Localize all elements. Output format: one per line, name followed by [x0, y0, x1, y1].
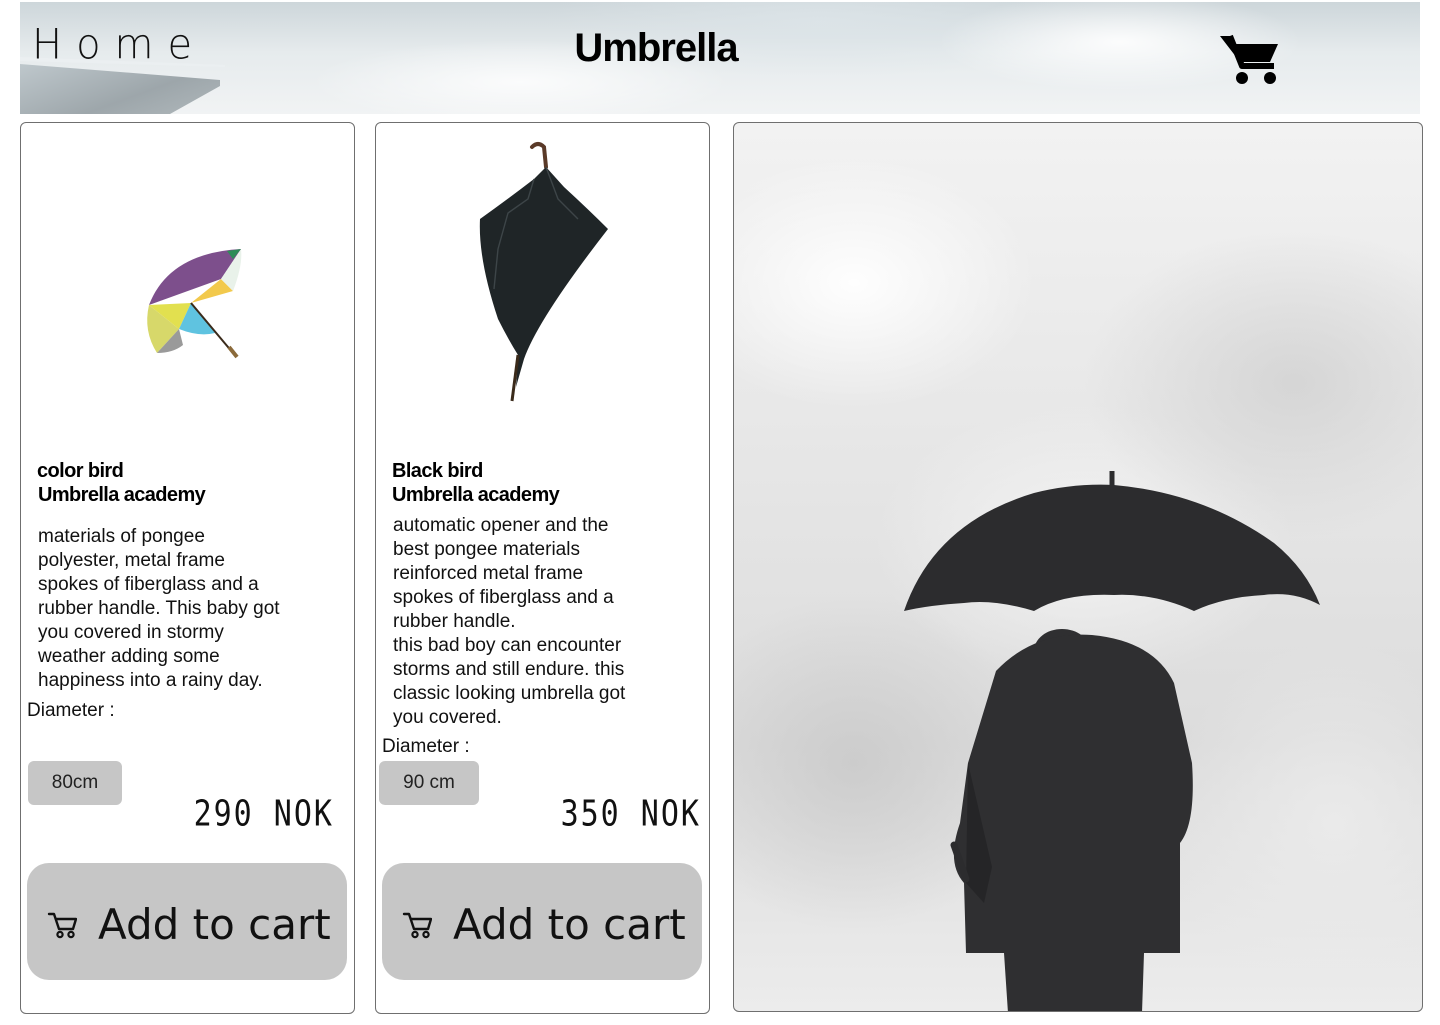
product-brand: Umbrella academy	[392, 484, 560, 506]
page-title: Umbrella	[574, 26, 738, 70]
person-umbrella-silhouette	[904, 471, 1320, 1011]
header-banner: Home Umbrella	[20, 2, 1420, 114]
product-card-black-bird: Black bird Umbrella academy automatic op…	[375, 122, 710, 1014]
product-price: 290 NOK	[193, 793, 334, 835]
cart-icon	[47, 912, 77, 939]
header-background-ledge	[20, 64, 220, 114]
product-price: 350 NOK	[560, 793, 701, 835]
add-to-cart-label: Add to cart	[453, 900, 686, 949]
product-card-color-bird: color bird Umbrella academy materials of…	[20, 122, 355, 1014]
diameter-label: Diameter :	[27, 700, 115, 721]
product-description: automatic opener and the best pongee mat…	[393, 515, 626, 728]
add-to-cart-button[interactable]: Add to cart	[382, 863, 702, 980]
product-brand: Umbrella academy	[38, 484, 206, 506]
product-name: color bird Umbrella academy	[37, 459, 206, 507]
hero-image-person-with-umbrella	[733, 122, 1423, 1012]
black-umbrella-image	[479, 142, 608, 402]
diameter-label: Diameter :	[382, 736, 470, 757]
product-description: materials of pongee polyester, metal fra…	[38, 526, 280, 691]
size-option-button[interactable]: 80cm	[28, 761, 122, 805]
product-title: Black bird	[392, 460, 483, 482]
product-title: color bird	[37, 460, 124, 482]
add-to-cart-button[interactable]: Add to cart	[27, 863, 347, 980]
add-to-cart-label: Add to cart	[98, 900, 331, 949]
color-umbrella-image	[147, 249, 242, 359]
product-name: Black bird Umbrella academy	[392, 459, 560, 507]
size-option-button[interactable]: 90 cm	[379, 761, 479, 805]
shopping-cart-icon[interactable]	[1218, 32, 1282, 86]
cart-icon	[402, 912, 432, 939]
